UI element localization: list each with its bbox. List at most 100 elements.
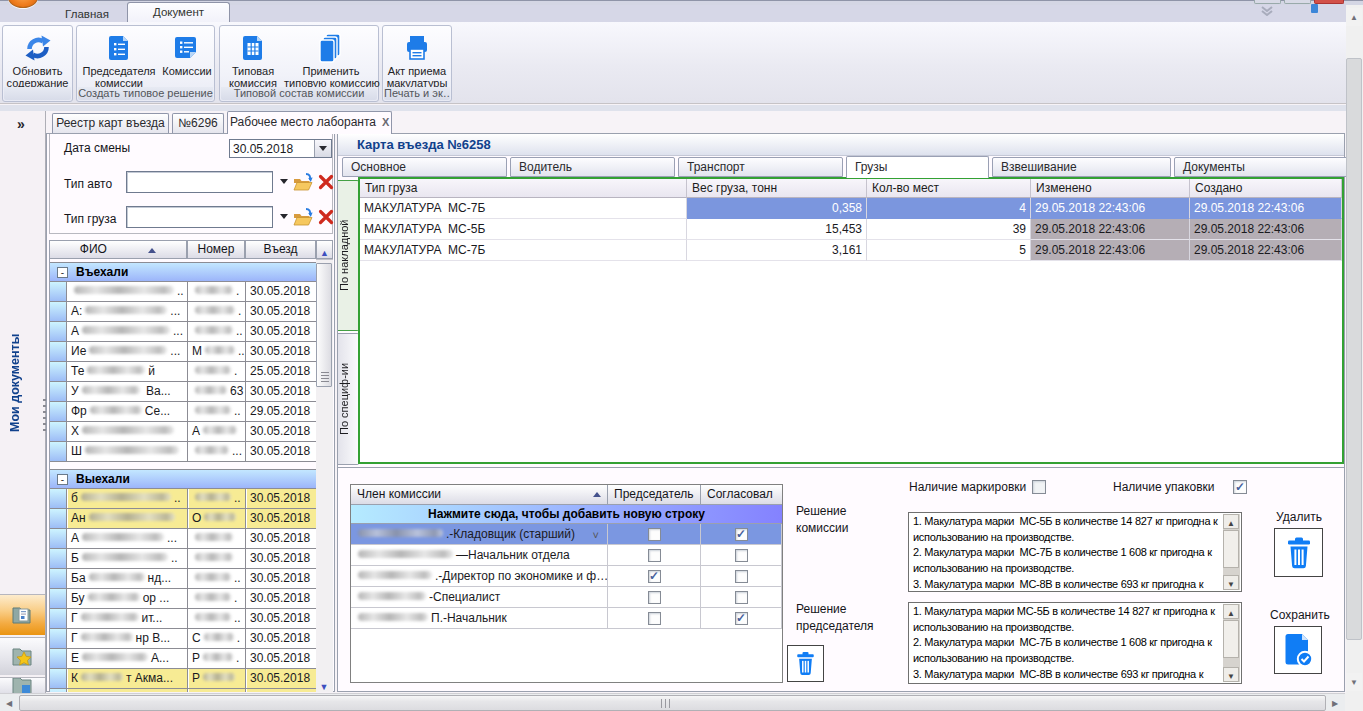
sidebar-favorites-button[interactable]: [0, 637, 45, 675]
act-print-button[interactable]: Акт приемамакулатуры: [384, 28, 450, 89]
commission-textarea-scrollbar[interactable]: ▲ ▼: [1223, 514, 1240, 590]
visitor-row[interactable]: Гит.....30.05.2018: [50, 609, 316, 629]
column-header-agreed[interactable]: Согласовал: [701, 485, 782, 505]
close-button[interactable]: [1314, 0, 1344, 4]
chairman-checkbox[interactable]: [648, 591, 661, 604]
column-header-chairman[interactable]: Председатель: [608, 485, 701, 505]
visitor-row[interactable]: А...30.05.2018: [50, 529, 316, 549]
minimize-button[interactable]: [1254, 0, 1281, 4]
chairman-checkbox[interactable]: [648, 528, 661, 541]
commission-row[interactable]: —Начальник отдела: [351, 545, 782, 566]
chairman-decision-button[interactable]: Председателякомиссии: [79, 28, 159, 89]
card-tab-vzveshivanie[interactable]: Взвешивание: [992, 157, 1171, 177]
visitor-row[interactable]: Кт Акма...Р30.05.2018: [50, 669, 316, 689]
row-selector[interactable]: [50, 362, 67, 381]
date-dropdown-button[interactable]: [314, 140, 331, 157]
vehicle-dropdown-icon[interactable]: [280, 179, 288, 184]
column-header-nomer[interactable]: Номер: [187, 240, 245, 259]
collapse-group-icon[interactable]: -: [57, 267, 68, 278]
row-selector[interactable]: [50, 509, 67, 528]
ribbon-tab-dokument[interactable]: Документ: [127, 2, 230, 22]
visitor-row[interactable]: [50, 689, 316, 692]
visitor-row[interactable]: Ие...М..30.05.2018: [50, 342, 316, 362]
agreed-checkbox[interactable]: [735, 591, 748, 604]
visitor-group-header[interactable]: -Выехали: [50, 469, 316, 489]
card-tab-transport[interactable]: Транспорт: [678, 157, 843, 177]
textarea-scroll-down-button[interactable]: ▼: [1223, 575, 1239, 590]
row-selector[interactable]: [50, 422, 67, 441]
visitor-row[interactable]: У Ва...6330.05.2018: [50, 382, 316, 402]
tab-rabochee-mesto[interactable]: Рабочее место лаборантаX: [227, 111, 392, 134]
row-selector[interactable]: [50, 589, 67, 608]
member-dropdown-icon[interactable]: ˅: [593, 525, 599, 544]
commission-row[interactable]: .-Директор по экономике и ф…✓: [351, 566, 782, 587]
chairman-textarea-scrollbar[interactable]: ▲ ▼: [1223, 604, 1240, 682]
card-tab-voditel[interactable]: Водитель: [510, 157, 675, 177]
visitor-row[interactable]: АнО30.05.2018: [50, 509, 316, 529]
cargo-row[interactable]: МАКУЛАТУРА МС-7Б0,358429.05.2018 22:43:0…: [360, 198, 1342, 219]
scroll-right-button[interactable]: ▶: [1327, 695, 1343, 711]
visitor-row[interactable]: ...30.05.2018: [50, 282, 316, 302]
chairman-checkbox[interactable]: ✓: [648, 570, 661, 583]
cargo-column-header[interactable]: Изменено: [1031, 179, 1190, 198]
row-selector[interactable]: [50, 569, 67, 588]
visitor-row[interactable]: ФрСе.....29.05.2018: [50, 402, 316, 422]
cargo-open-folder-icon[interactable]: [292, 206, 314, 228]
visitor-row[interactable]: ХА30.05.2018: [50, 422, 316, 442]
cargo-clear-icon[interactable]: [317, 208, 335, 226]
agreed-checkbox[interactable]: [735, 570, 748, 583]
collapse-ribbon-icon[interactable]: [1258, 6, 1276, 16]
row-selector[interactable]: [50, 649, 67, 668]
delete-decision-button[interactable]: [1274, 528, 1323, 577]
column-header-member[interactable]: Член комиссии: [351, 485, 608, 505]
save-button[interactable]: [1274, 626, 1322, 674]
cargo-column-header[interactable]: Вес груза, тонн: [687, 179, 867, 198]
cargo-dropdown-icon[interactable]: [280, 214, 288, 219]
card-tab-osnovnoe[interactable]: Основное: [342, 157, 507, 177]
textarea-scroll-up-button[interactable]: ▲: [1223, 514, 1239, 529]
agreed-checkbox[interactable]: ✓: [735, 612, 748, 625]
sidebar-expand-button[interactable]: »: [17, 116, 43, 132]
row-selector[interactable]: [50, 489, 67, 508]
cargo-row[interactable]: МАКУЛАТУРА МС-7Б3,161529.05.2018 22:43:0…: [360, 240, 1342, 261]
visitor-row[interactable]: Банд.....30.05.2018: [50, 569, 316, 589]
tab-close-icon[interactable]: X: [382, 116, 389, 128]
visitor-row[interactable]: Буор ....30.05.2018: [50, 589, 316, 609]
commission-row[interactable]: -Специалист: [351, 587, 782, 608]
refresh-content-button[interactable]: Обновитьсодержание: [4, 28, 71, 89]
side-tab-po-nakladnoy[interactable]: По накладной: [338, 180, 359, 331]
tab-n6296[interactable]: №6296: [172, 113, 224, 133]
vehicle-clear-icon[interactable]: [317, 173, 335, 191]
card-tab-dokumenty[interactable]: Документы: [1174, 157, 1348, 177]
row-selector[interactable]: [50, 629, 67, 648]
card-tab-gruzy[interactable]: Грузы: [846, 156, 989, 178]
tab-reestr-kart[interactable]: Реестр карт въезда: [52, 113, 169, 133]
sidebar-folder-button[interactable]: [0, 677, 45, 693]
row-selector[interactable]: [50, 382, 67, 401]
shift-date-combo[interactable]: 30.05.2018: [229, 139, 332, 158]
visitor-row[interactable]: А.....30.05.2018: [50, 322, 316, 342]
column-header-fio[interactable]: ФИО: [49, 240, 187, 259]
textarea-scroll-thumb[interactable]: [1223, 530, 1239, 568]
scroll-left-button[interactable]: ◀: [1, 695, 17, 711]
typical-commission-button[interactable]: Типоваякомиссия: [222, 28, 284, 89]
window-horizontal-scrollbar[interactable]: ◀ ▶: [0, 693, 1345, 711]
apply-typical-commission-button[interactable]: Применитьтиповую комиссию: [284, 28, 378, 89]
commission-decision-textarea[interactable]: 1. Макулатура марки МС-5Б в количестве 1…: [908, 512, 1242, 592]
column-header-vezd[interactable]: Въезд: [245, 240, 316, 259]
ribbon-tab-glavnaya[interactable]: Главная: [54, 7, 120, 21]
vehicle-type-input[interactable]: [126, 171, 273, 193]
row-selector[interactable]: [50, 529, 67, 548]
chairman-decision-textarea[interactable]: 1. Макулатура марки МС-5Б в количестве 1…: [908, 602, 1242, 684]
visitors-scroll-up-button[interactable]: ▲: [316, 240, 333, 259]
agreed-checkbox[interactable]: ✓: [735, 528, 748, 541]
row-selector[interactable]: [50, 669, 67, 688]
row-selector[interactable]: [50, 689, 67, 692]
row-selector[interactable]: [50, 442, 67, 461]
cargo-column-header[interactable]: Кол-во мест: [867, 179, 1031, 198]
scroll-down-button[interactable]: ▼: [1346, 673, 1362, 691]
visitor-row[interactable]: А:....30.05.2018: [50, 302, 316, 322]
window-vertical-scrollbar[interactable]: ▲ ▼: [1346, 5, 1363, 693]
row-selector[interactable]: [50, 402, 67, 421]
visitor-row[interactable]: ЕА...Р.30.05.2018: [50, 649, 316, 669]
